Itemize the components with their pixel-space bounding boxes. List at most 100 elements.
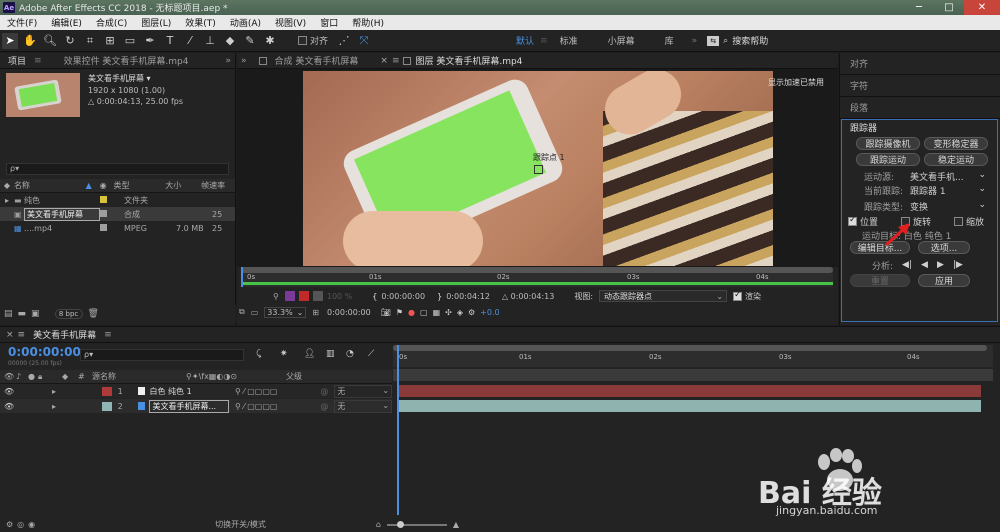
show-snapshot-icon[interactable]: ⚑	[396, 308, 403, 317]
in-time[interactable]: 0:00:00:00	[381, 292, 425, 301]
comp-mini-flowchart-icon[interactable]: ⤹	[256, 349, 261, 359]
expand-icon[interactable]: ⤧	[356, 33, 372, 49]
work-area-bar[interactable]	[241, 282, 833, 285]
roto-brush-tool-icon[interactable]: ✎	[242, 33, 258, 49]
out-point-icon[interactable]: }	[437, 292, 442, 301]
motion-source-dropdown[interactable]: 美文看手机... ⌄	[910, 170, 986, 183]
label-color-swatch[interactable]	[100, 195, 107, 203]
menu-file[interactable]: 文件(F)	[0, 16, 44, 29]
panel-align[interactable]: 对齐	[840, 53, 1000, 75]
monitor-icon[interactable]: ▭	[251, 308, 259, 317]
col-source-name[interactable]: 源名称	[92, 371, 186, 382]
close-tab-icon[interactable]: ×	[380, 56, 388, 66]
minimize-button[interactable]: ─	[904, 0, 934, 15]
grid-icon[interactable]: ⊞	[312, 308, 319, 317]
panel-overflow-icon[interactable]: »	[225, 56, 235, 66]
region-icon[interactable]: ▢	[420, 308, 428, 317]
current-time-indicator[interactable]	[397, 345, 399, 515]
work-area-bar[interactable]	[393, 369, 993, 381]
always-preview-icon[interactable]: ⧉	[239, 307, 245, 317]
layer-switches-icon[interactable]: ⚲ ⁄ ▢▢▢▢	[235, 402, 320, 411]
snap-checkbox[interactable]	[298, 36, 307, 45]
menu-animation[interactable]: 动画(A)	[223, 16, 268, 29]
search-icon[interactable]: ⌕	[723, 36, 728, 46]
pickwhip-icon[interactable]: @	[320, 402, 328, 411]
project-item-row[interactable]: ▦ ....mp4 MPEG 7.0 MB 25	[0, 221, 235, 235]
out-time[interactable]: 0:00:04:12	[446, 292, 490, 301]
analyze-backward-icon[interactable]: ◀	[921, 260, 928, 270]
workspace-library[interactable]: 库	[665, 34, 674, 47]
graph-editor-icon[interactable]: ⟋	[368, 349, 374, 359]
panel-character[interactable]: 字符	[840, 75, 1000, 97]
channels-icon[interactable]: ●	[408, 308, 415, 317]
track-camera-button[interactable]: 跟踪摄像机	[856, 137, 920, 150]
tab-layer[interactable]: 图层 美文看手机屏幕.mp4	[411, 54, 530, 67]
col-size[interactable]: 大小	[165, 180, 201, 191]
new-composition-icon[interactable]: ▣	[31, 309, 40, 319]
panel-menu-icon[interactable]: ≡	[18, 330, 26, 340]
eraser-tool-icon[interactable]: ◆	[222, 33, 238, 49]
visibility-icon[interactable]: 👁︎	[4, 387, 14, 396]
timecode-display[interactable]: 0:00:00:00	[8, 345, 81, 359]
interpret-footage-icon[interactable]: ▤	[4, 309, 13, 319]
label-color-swatch[interactable]	[100, 209, 107, 217]
rectangle-tool-icon[interactable]: ▭	[122, 33, 138, 49]
menu-composition[interactable]: 合成(C)	[89, 16, 134, 29]
search-help-input[interactable]: 搜索帮助	[732, 34, 768, 47]
timeline-ruler[interactable]: 0s 01s 02s 03s 04s	[393, 345, 993, 367]
expand-arrow-icon[interactable]: ▸	[52, 387, 102, 396]
timeline-layer-row[interactable]: 👁︎ ▸ 1 白色 纯色 1 ⚲ ⁄ ▢▢▢▢ @ 无 ⌄	[0, 384, 393, 398]
menu-edit[interactable]: 编辑(E)	[44, 16, 89, 29]
mask-icon[interactable]	[284, 291, 295, 301]
timeline-layer-row[interactable]: 👁︎ ▸ 2 美文看手机屏幕... ⚲ ⁄ ▢▢▢▢ @ 无 ⌄	[0, 399, 393, 413]
frame-blending-icon[interactable]: ▥	[326, 349, 335, 359]
menu-view[interactable]: 视图(V)	[268, 16, 313, 29]
layer-ruler[interactable]: 0s 01s 02s 03s 04s	[241, 267, 833, 287]
toggle-switches-modes[interactable]: 切换开关/模式	[215, 519, 266, 530]
reset-button[interactable]: 重置	[850, 274, 910, 287]
col-type[interactable]: 类型	[114, 180, 166, 191]
visibility-icon[interactable]: 👁︎	[4, 402, 14, 411]
render-time-icon[interactable]: ◉	[28, 520, 35, 529]
snap-options-icon[interactable]: ⋰	[336, 33, 352, 49]
transparency-grid-icon[interactable]: ▦	[433, 308, 441, 317]
workspace-small-screen[interactable]: 小屏幕	[608, 34, 635, 47]
draft-3d-icon[interactable]: ✷	[280, 349, 288, 359]
sort-up-icon[interactable]: ▲	[86, 181, 100, 190]
position-checkbox[interactable]	[848, 215, 857, 226]
fast-preview-icon[interactable]: ⚙	[468, 308, 475, 317]
rotate-tool-icon[interactable]: ↻	[62, 33, 78, 49]
workspace-standard[interactable]: 标准	[560, 34, 578, 47]
hand-tool-icon[interactable]: ✋	[22, 33, 38, 49]
zoom-dropdown[interactable]: 33.3% ⌄	[264, 306, 307, 318]
project-item-row[interactable]: ▣ 美文看手机屏幕 合成 25	[0, 207, 235, 221]
layer-bar[interactable]	[397, 400, 981, 412]
draft-3d-icon[interactable]: ✣	[445, 308, 452, 317]
pickwhip-icon[interactable]: @	[320, 387, 328, 396]
shy-layers-icon[interactable]: 👤︎	[304, 349, 315, 359]
label-color-swatch[interactable]	[101, 401, 112, 411]
current-time[interactable]: 0:00:00:00	[327, 308, 371, 317]
new-folder-icon[interactable]: ▬	[18, 309, 27, 319]
type-tool-icon[interactable]: T	[162, 33, 178, 49]
layer-switches-toggle-icon[interactable]: ⚙	[6, 520, 13, 529]
menu-help[interactable]: 帮助(H)	[345, 16, 391, 29]
zoom-in-icon[interactable]: ▲	[453, 520, 459, 529]
selection-tool-icon[interactable]: ➤	[2, 32, 18, 49]
analyze-forward-icon[interactable]: ▶	[937, 260, 944, 270]
analyze-back-frame-icon[interactable]: ◀|	[902, 260, 912, 270]
alpha-icon[interactable]	[298, 291, 309, 301]
expand-arrow-icon[interactable]: ▸	[0, 196, 14, 205]
col-fps[interactable]: 帧速率	[201, 180, 235, 191]
tab-effect-controls[interactable]: 效果控件 美文看手机屏幕.mp4	[56, 54, 197, 67]
exposure-offset[interactable]: +0.0	[480, 308, 499, 317]
camera-view-icon[interactable]: ◈	[457, 308, 463, 317]
timeline-search-input[interactable]: ρ▾	[80, 349, 244, 361]
menu-layer[interactable]: 图层(L)	[134, 16, 178, 29]
lock-icon[interactable]	[258, 56, 267, 65]
parent-dropdown[interactable]: 无 ⌄	[334, 384, 393, 398]
zoom-slider[interactable]	[386, 520, 447, 528]
playhead[interactable]	[241, 267, 243, 287]
stabilize-motion-button[interactable]: 稳定运动	[924, 153, 988, 166]
modes-toggle-icon[interactable]: ◎	[17, 520, 24, 529]
